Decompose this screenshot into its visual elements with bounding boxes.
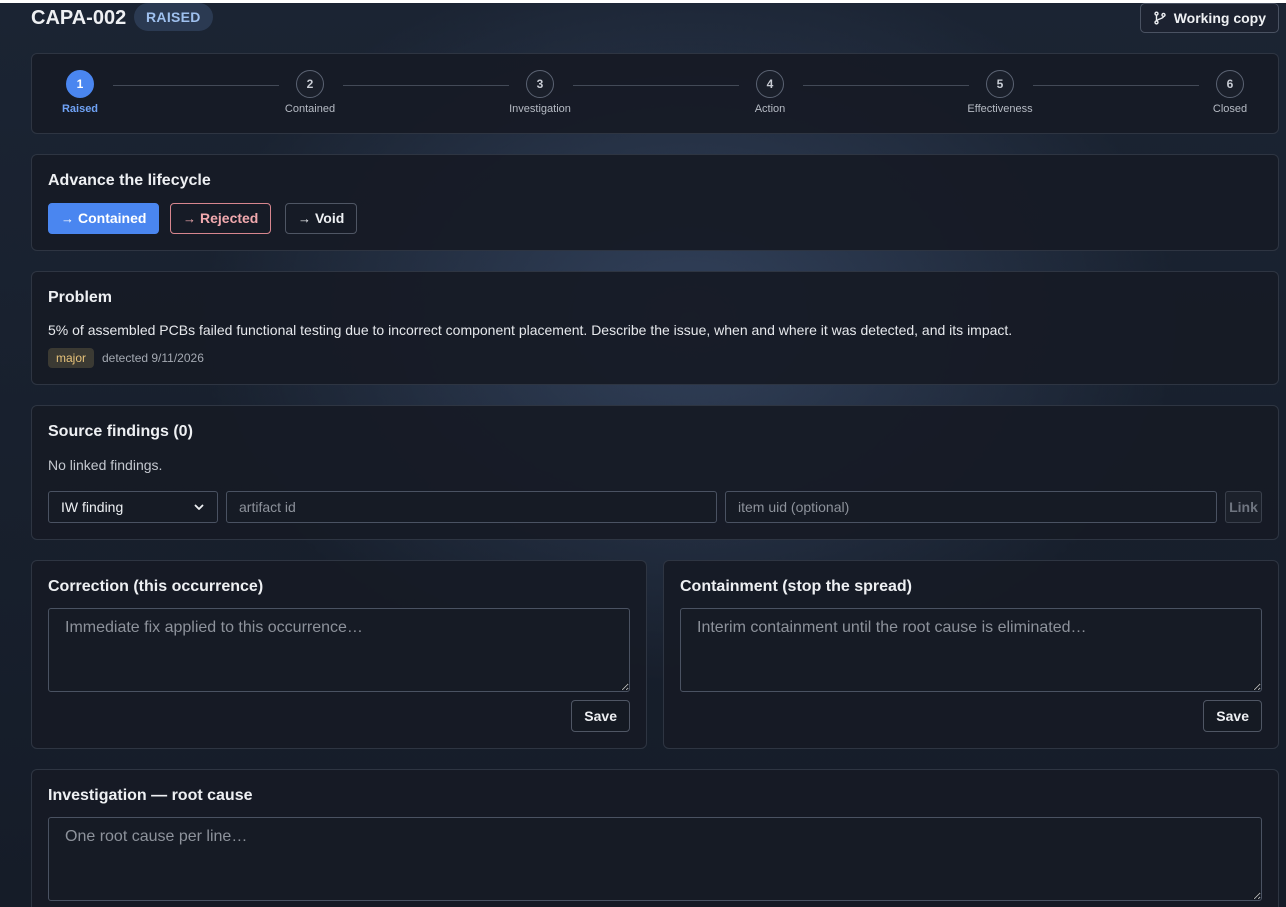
step-label: Action <box>754 103 786 115</box>
step-closed: 6 Closed <box>1185 70 1275 115</box>
step-action: 4 Action <box>725 70 815 115</box>
step-label: Contained <box>284 103 336 115</box>
step-number: 3 <box>526 70 554 98</box>
section-title: Problem <box>48 289 113 306</box>
step-connector <box>803 85 969 86</box>
step-contained: 2 Contained <box>265 70 355 115</box>
section-title: Investigation — root cause <box>48 787 253 804</box>
section-title: Advance the lifecycle <box>48 172 211 189</box>
section-title: Source findings (0) <box>48 423 193 440</box>
arrow-right-icon: → <box>183 211 196 226</box>
advance-lifecycle-card: Advance the lifecycle → Contained → Reject… <box>31 154 1279 251</box>
empty-findings-text: No linked findings. <box>48 457 163 473</box>
root-cause-textarea[interactable] <box>48 817 1262 901</box>
advance-rejected-button[interactable]: → Rejected <box>170 203 272 234</box>
save-containment-button[interactable]: Save <box>1203 700 1262 732</box>
detected-date: detected 9/11/2026 <box>102 351 204 365</box>
step-connector <box>343 85 509 86</box>
step-number: 5 <box>986 70 1014 98</box>
status-badge: RAISED <box>134 3 213 31</box>
button-label: Void <box>315 210 345 226</box>
page-title: CAPA-002 <box>31 7 127 29</box>
save-correction-button[interactable]: Save <box>571 700 630 732</box>
source-findings-card: Source findings (0) No linked findings. … <box>31 405 1279 540</box>
lifecycle-stepper: 1 Raised 2 Contained 3 Investigation 4 A… <box>31 53 1279 134</box>
problem-description: 5% of assembled PCBs failed functional t… <box>48 322 1013 338</box>
advance-contained-button[interactable]: → Contained <box>48 203 160 234</box>
step-number: 2 <box>296 70 324 98</box>
step-number: 6 <box>1216 70 1244 98</box>
correction-textarea[interactable] <box>48 608 630 692</box>
step-connector <box>1033 85 1199 86</box>
button-label: Contained <box>78 210 147 226</box>
select-value: IW finding <box>61 499 124 515</box>
step-connector <box>573 85 739 86</box>
chevron-down-icon <box>194 504 204 510</box>
step-connector <box>113 85 279 86</box>
correction-card: Correction (this occurrence) Save <box>31 560 647 749</box>
section-title: Correction (this occurrence) <box>48 578 264 595</box>
step-label: Raised <box>61 103 99 115</box>
step-effectiveness: 5 Effectiveness <box>955 70 1045 115</box>
section-title: Containment (stop the spread) <box>680 578 913 595</box>
button-label: Rejected <box>200 210 259 226</box>
containment-card: Containment (stop the spread) Save <box>663 560 1279 749</box>
step-number: 4 <box>756 70 784 98</box>
arrow-right-icon: → <box>298 211 311 226</box>
arrow-right-icon: → <box>61 211 74 226</box>
step-raised: 1 Raised <box>35 70 125 115</box>
step-label: Effectiveness <box>967 103 1033 115</box>
step-investigation: 3 Investigation <box>495 70 585 115</box>
working-copy-button[interactable]: Working copy <box>1139 3 1279 33</box>
step-label: Investigation <box>509 103 571 115</box>
problem-card: Problem 5% of assembled PCBs failed func… <box>31 271 1279 385</box>
containment-textarea[interactable] <box>680 608 1262 692</box>
advance-void-button[interactable]: → Void <box>285 203 358 234</box>
investigation-card: Investigation — root cause <box>31 769 1279 907</box>
item-uid-input[interactable] <box>725 491 1217 523</box>
git-branch-icon <box>1153 11 1166 25</box>
step-label: Closed <box>1212 103 1248 115</box>
working-copy-label: Working copy <box>1173 10 1266 26</box>
artifact-id-input[interactable] <box>226 491 717 523</box>
page-header: CAPA-002 RAISED Working copy <box>31 3 1279 33</box>
link-finding-button[interactable]: Link <box>1225 491 1262 523</box>
severity-badge: major <box>48 348 95 368</box>
finding-type-select[interactable]: IW finding <box>48 491 218 523</box>
step-number: 1 <box>66 70 94 98</box>
